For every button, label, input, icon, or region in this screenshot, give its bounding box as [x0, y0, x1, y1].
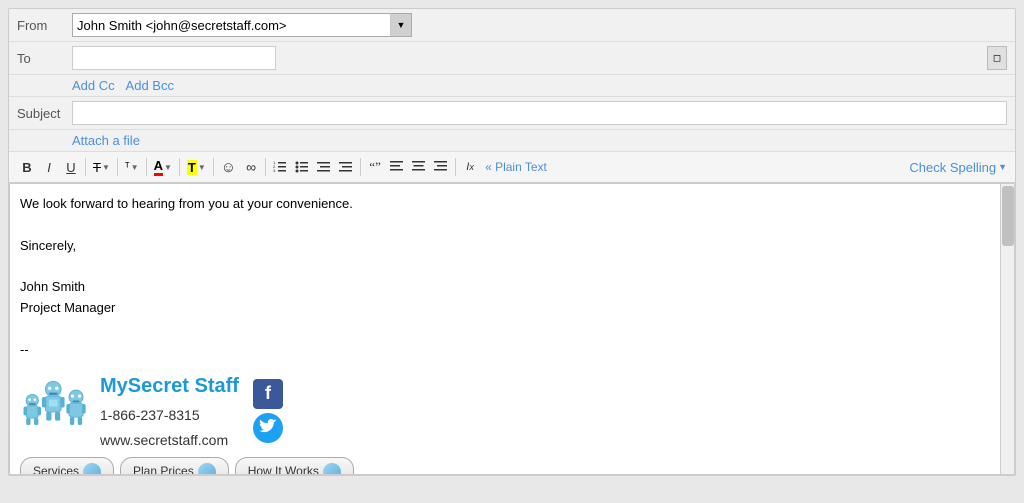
scrollbar[interactable] — [1000, 184, 1014, 474]
unordered-list-button[interactable] — [292, 156, 312, 178]
align-center-button[interactable] — [409, 156, 429, 178]
superscript-label: ᵀ — [125, 161, 130, 173]
toolbar-sep-6 — [265, 158, 266, 176]
signature-block: MySecret Staff 1-866-237-8315 www.secret… — [20, 370, 1004, 474]
align-left-button[interactable] — [387, 156, 407, 178]
highlight-arrow: ▼ — [198, 163, 206, 172]
body-line3: Sincerely, — [20, 236, 1004, 257]
from-dropdown-arrow[interactable]: ▼ — [390, 13, 412, 37]
to-row: To ◻ — [9, 42, 1015, 75]
font-color-label: A — [154, 158, 163, 176]
plan-prices-label: Plan Prices — [133, 462, 194, 474]
how-it-works-icon — [323, 463, 341, 474]
subject-label: Subject — [17, 106, 72, 121]
check-spelling-button[interactable]: Check Spelling ▼ — [909, 160, 1007, 175]
sig-buttons: Services Plan Prices How It Works — [20, 457, 1004, 474]
body-line6: Project Manager — [20, 298, 1004, 319]
toolbar-sep-7 — [360, 158, 361, 176]
toolbar-sep-8 — [455, 158, 456, 176]
toolbar-sep-3 — [146, 158, 147, 176]
superscript-dropdown[interactable]: ᵀ ▼ — [122, 159, 142, 175]
services-icon — [83, 463, 101, 474]
how-it-works-label: How It Works — [248, 462, 319, 474]
to-label: To — [17, 51, 72, 66]
sig-website: www.secretstaff.com — [100, 429, 239, 451]
body-wrapper: We look forward to hearing from you at y… — [9, 183, 1015, 475]
to-input-wrapper: ◻ — [72, 46, 1007, 70]
plain-text-button[interactable]: « Plain Text — [482, 156, 550, 178]
body-separator: -- — [20, 340, 1004, 361]
sig-phone: 1-866-237-8315 — [100, 404, 239, 426]
social-icons: f — [253, 379, 283, 443]
indent-button[interactable] — [336, 156, 356, 178]
subject-input[interactable] — [72, 101, 1007, 125]
facebook-icon[interactable]: f — [253, 379, 283, 409]
to-expand-icon[interactable]: ◻ — [987, 46, 1007, 70]
plan-prices-icon — [198, 463, 216, 474]
font-color-arrow: ▼ — [164, 163, 172, 172]
robots-icon — [20, 376, 90, 446]
attach-row: Attach a file — [9, 130, 1015, 152]
strikethrough-label: T — [93, 160, 101, 175]
strikethrough-arrow: ▼ — [102, 163, 110, 172]
from-select-wrapper: John Smith <john@secretstaff.com> ▼ — [72, 13, 412, 37]
from-select[interactable]: John Smith <john@secretstaff.com> — [72, 13, 412, 37]
svg-text:3.: 3. — [273, 168, 276, 173]
italic-button[interactable]: I — [39, 156, 59, 178]
compose-window: From John Smith <john@secretstaff.com> ▼… — [8, 8, 1016, 476]
check-spelling-label: Check Spelling — [909, 160, 996, 175]
body-line7 — [20, 319, 1004, 340]
twitter-icon[interactable] — [253, 413, 283, 443]
how-it-works-button[interactable]: How It Works — [235, 457, 354, 474]
check-spelling-arrow: ▼ — [998, 162, 1007, 172]
toolbar-sep-4 — [179, 158, 180, 176]
from-row: From John Smith <john@secretstaff.com> ▼ — [9, 9, 1015, 42]
services-button[interactable]: Services — [20, 457, 114, 474]
from-label: From — [17, 18, 72, 33]
subject-row: Subject — [9, 97, 1015, 130]
toolbar-sep-5 — [213, 158, 214, 176]
strikethrough-dropdown[interactable]: T ▼ — [90, 158, 113, 177]
services-label: Services — [33, 462, 79, 474]
bold-button[interactable]: B — [17, 156, 37, 178]
sig-brand-name: MySecret Staff — [100, 370, 239, 402]
outdent-button[interactable] — [314, 156, 334, 178]
ordered-list-button[interactable]: 1.2.3. — [270, 156, 290, 178]
add-cc-link[interactable]: Add Cc — [72, 78, 115, 93]
toolbar-sep-1 — [85, 158, 86, 176]
font-color-dropdown[interactable]: A ▼ — [151, 156, 175, 178]
sig-logo-area: MySecret Staff 1-866-237-8315 www.secret… — [20, 370, 1004, 451]
align-right-button[interactable] — [431, 156, 451, 178]
superscript-arrow: ▼ — [131, 163, 139, 172]
cc-bcc-row: Add Cc Add Bcc — [9, 75, 1015, 97]
to-input[interactable] — [72, 46, 276, 70]
highlight-label: T — [187, 160, 197, 175]
clear-format-button[interactable]: Ix — [460, 156, 480, 178]
attach-file-link[interactable]: Attach a file — [72, 133, 140, 148]
body-scroll[interactable]: We look forward to hearing from you at y… — [10, 184, 1014, 474]
plan-prices-button[interactable]: Plan Prices — [120, 457, 229, 474]
underline-button[interactable]: U — [61, 156, 81, 178]
highlight-dropdown[interactable]: T ▼ — [184, 158, 209, 177]
body-line2 — [20, 215, 1004, 236]
body-line1: We look forward to hearing from you at y… — [20, 194, 1004, 215]
blockquote-button[interactable]: “” — [365, 156, 385, 178]
body-line5: John Smith — [20, 277, 1004, 298]
add-bcc-link[interactable]: Add Bcc — [126, 78, 174, 93]
body-content: We look forward to hearing from you at y… — [20, 194, 1004, 360]
toolbar-sep-2 — [117, 158, 118, 176]
body-line4 — [20, 256, 1004, 277]
toolbar-row: B I U T ▼ ᵀ ▼ A ▼ T ▼ ☺ ∞ 1.2.3. — [9, 152, 1015, 183]
emoji-button[interactable]: ☺ — [218, 156, 239, 178]
sig-info: MySecret Staff 1-866-237-8315 www.secret… — [100, 370, 239, 451]
link-button[interactable]: ∞ — [241, 156, 261, 178]
